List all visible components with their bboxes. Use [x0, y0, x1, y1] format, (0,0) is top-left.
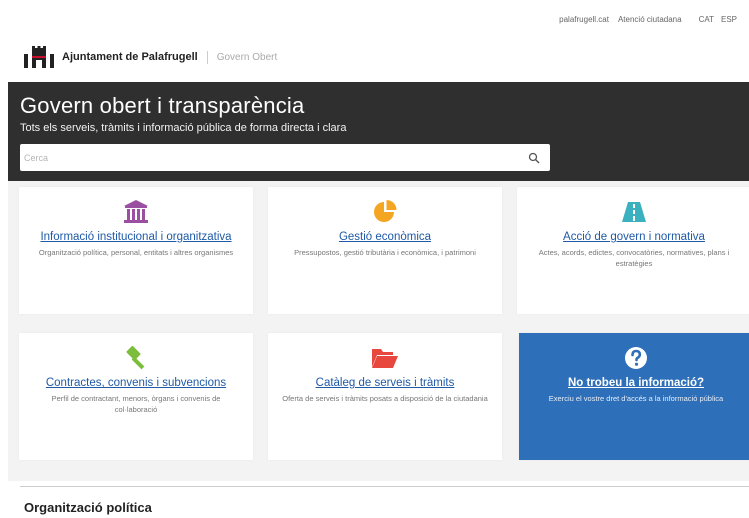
hero-banner: Govern obert i transparència Tots els se… — [8, 82, 749, 181]
card-title[interactable]: Gestió econòmica — [268, 231, 502, 243]
link-palafrugell-cat[interactable]: palafrugell.cat — [559, 15, 609, 24]
lang-cat[interactable]: CAT — [699, 15, 714, 24]
question-circle-icon — [625, 347, 647, 369]
section-heading: Organització política — [24, 500, 152, 515]
card-description: Oferta de serveis i tràmits posats a dis… — [282, 394, 488, 403]
page-title: Govern obert i transparència — [20, 93, 305, 118]
language-switcher: CAT ESP — [699, 15, 737, 24]
folder-open-icon — [372, 349, 398, 368]
brand-separator — [206, 50, 208, 64]
brand-header[interactable]: Ajuntament de Palafrugell Govern Obert — [24, 44, 277, 70]
card-title[interactable]: Acció de govern i normativa — [517, 231, 749, 243]
gavel-icon — [126, 345, 145, 370]
card-description: Pressupostos, gestió tributària i econòm… — [294, 248, 476, 257]
brand-subtitle: Govern Obert — [216, 51, 278, 63]
top-utility-bar: palafrugell.cat Atenció ciutadana CAT ES… — [0, 0, 749, 38]
card-description: Actes, acords, edictes, convocatòries, n… — [538, 248, 730, 268]
card-title[interactable]: Informació institucional i organitzativa — [19, 231, 253, 243]
card-no-trobeu-informacio[interactable]: No trobeu la informació? Exerciu el vost… — [519, 333, 749, 460]
top-links: palafrugell.cat Atenció ciutadana CAT ES… — [559, 15, 737, 24]
palafrugell-logo-icon — [24, 46, 54, 68]
card-accio-de-govern[interactable]: Acció de govern i normativa Actes, acord… — [517, 187, 749, 314]
search-box — [20, 144, 550, 171]
card-informacio-institucional[interactable]: Informació institucional i organitzativa… — [19, 187, 253, 314]
pie-chart-icon — [374, 200, 397, 222]
link-atencio-ciutadana[interactable]: Atenció ciutadana — [618, 15, 682, 24]
institution-building-icon — [124, 200, 148, 223]
card-title[interactable]: Contractes, convenis i subvencions — [19, 377, 253, 389]
card-gestio-economica[interactable]: Gestió econòmica Pressupostos, gestió tr… — [268, 187, 502, 314]
section-divider — [20, 486, 749, 487]
search-input[interactable] — [20, 144, 528, 171]
brand-name: Ajuntament de Palafrugell — [62, 51, 198, 63]
card-description: Perfil de contractant, menors, òrgans i … — [51, 394, 221, 414]
card-contractes[interactable]: Contractes, convenis i subvencions Perfi… — [19, 333, 253, 460]
card-cataleg-serveis[interactable]: Catàleg de serveis i tràmits Oferta de s… — [268, 333, 502, 460]
card-title[interactable]: No trobeu la informació? — [519, 377, 749, 389]
search-icon[interactable] — [528, 152, 540, 164]
road-icon — [622, 202, 646, 222]
card-description: Exerciu el vostre dret d'accés a la info… — [548, 394, 724, 403]
lang-esp[interactable]: ESP — [721, 15, 737, 24]
card-description: Organització política, personal, entitat… — [38, 248, 234, 257]
hero-tagline: Tots els serveis, tràmits i informació p… — [20, 122, 347, 134]
card-title[interactable]: Catàleg de serveis i tràmits — [268, 377, 502, 389]
